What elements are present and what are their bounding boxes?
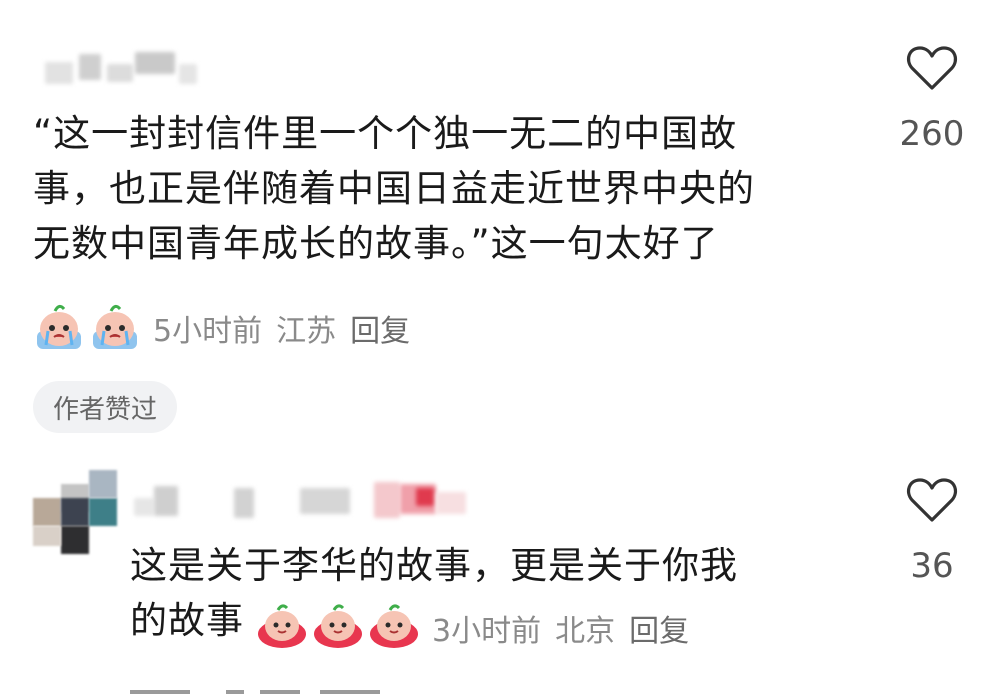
cute-face-sticker-icon [368,600,420,652]
comment-time: 5小时前 [153,314,263,349]
reply-button[interactable]: 回复 [350,306,410,350]
comment-meta: 3小时前 北京 回复 [432,606,703,650]
sticker-row [33,301,145,353]
like-button[interactable]: 260 [892,44,972,154]
comment-text: “这一封封信件里一个个独一无二的中国故 事，也正是伴随着中国日益走近世界中央的 … [33,106,755,271]
comment-line: 事，也正是伴随着中国日益走近世界中央的 [33,167,755,210]
heart-outline-icon [906,46,958,90]
comment-location: 江苏 [276,314,337,349]
username-blurred[interactable] [130,478,480,528]
comment-meta: 5小时前 江苏 回复 [153,306,424,350]
next-comment-cutoff [130,688,390,698]
like-button[interactable]: 36 [892,476,972,586]
crying-sticker-icon [89,301,141,353]
sticker-row [256,600,424,652]
heart-outline-icon [906,478,958,522]
cute-face-sticker-icon [312,600,364,652]
username-blurred[interactable] [35,48,205,88]
reply-button[interactable]: 回复 [629,606,689,650]
avatar[interactable] [33,470,117,554]
comment-time: 3小时前 [432,614,542,649]
like-count: 260 [899,114,965,154]
like-count: 36 [910,546,954,586]
comment-line: 无数中国青年成长的故事。”这一句太好了 [33,222,719,265]
cute-face-sticker-icon [256,600,308,652]
comment-line: “这一封封信件里一个个独一无二的中国故 [33,112,738,155]
comment-line-text: 的故事 [130,599,244,642]
comment-list: “这一封封信件里一个个独一无二的中国故 事，也正是伴随着中国日益走近世界中央的 … [0,0,981,698]
comment-line: 这是关于李华的故事，更是关于你我 [130,544,738,587]
comment-location: 北京 [555,614,616,649]
crying-sticker-icon [33,301,85,353]
author-liked-badge: 作者赞过 [33,381,178,433]
